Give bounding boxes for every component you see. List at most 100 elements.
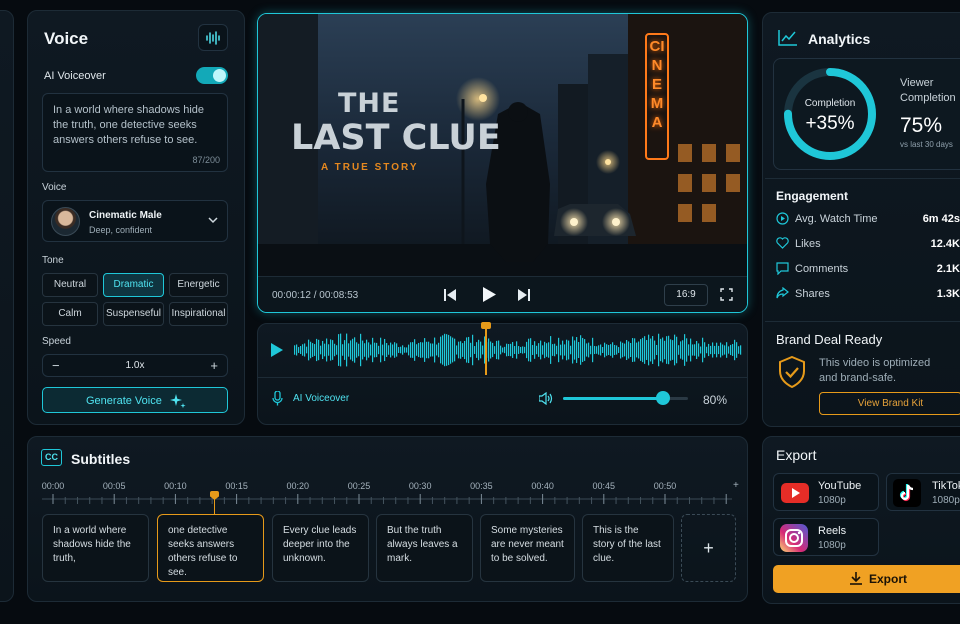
waveform-button[interactable]	[198, 24, 228, 51]
waveform-bar	[592, 337, 594, 363]
skip-forward-icon[interactable]	[518, 289, 530, 301]
tone-suspenseful[interactable]: Suspenseful	[103, 302, 164, 326]
volume-knob[interactable]	[656, 391, 670, 405]
engagement-row-likes: Likes 12.4K	[776, 237, 960, 255]
fullscreen-icon[interactable]	[720, 288, 733, 301]
playhead-marker[interactable]	[481, 322, 491, 375]
ring-value: +35%	[805, 113, 855, 134]
waveform-bar	[356, 342, 358, 358]
export-target-reels[interactable]: Reels 1080p	[773, 518, 879, 556]
waveform-bar	[666, 336, 668, 364]
skip-back-icon[interactable]	[444, 289, 456, 301]
waveform-bar	[390, 342, 392, 358]
export-target-tiktok[interactable]: TikTok 1080p	[886, 473, 960, 511]
tone-neutral[interactable]: Neutral	[42, 273, 98, 297]
char-count: 87/200	[192, 155, 220, 165]
volume-icon[interactable]	[539, 392, 553, 405]
engagement-value: 2.1K	[936, 263, 960, 275]
tone-calm[interactable]: Calm	[42, 302, 98, 326]
aspect-ratio-button[interactable]: 16:9	[664, 284, 708, 306]
engagement-row-comments: Comments 2.1K	[776, 262, 960, 280]
waveform-bar	[662, 337, 664, 363]
waveform-bar	[598, 345, 600, 355]
waveform-bar	[510, 343, 512, 357]
subtitle-card[interactable]: But the truth always leaves a mark.	[376, 514, 473, 582]
waveform-bar	[518, 346, 520, 354]
waveform-bar	[558, 337, 560, 363]
engagement-label: Likes	[795, 238, 821, 250]
waveform-bar	[360, 333, 362, 367]
waveform-bar	[654, 340, 656, 360]
timeline-add-icon[interactable]: +	[733, 480, 739, 491]
engagement-label: Avg. Watch Time	[795, 213, 878, 225]
waveform-bar	[370, 344, 372, 356]
export-target-name: YouTube	[818, 480, 862, 492]
waveform-bar	[366, 339, 368, 361]
waveform-bar	[612, 342, 614, 358]
video-player[interactable]: THE LAST CLUE A TRUE STORY CINEMA 00:00:…	[257, 13, 748, 313]
subtitle-card[interactable]: Some mysteries are never meant to be sol…	[480, 514, 575, 582]
ai-voiceover-toggle[interactable]	[196, 67, 228, 84]
waveform-bar	[528, 338, 530, 362]
add-subtitle-button[interactable]: +	[681, 514, 736, 582]
waveform-bar	[498, 340, 500, 360]
waveform-bar	[436, 344, 438, 356]
speed-stepper[interactable]: − 1.0x +	[42, 354, 228, 377]
waveform-bar	[480, 341, 482, 359]
waveform-bar	[380, 337, 382, 363]
timeline-tick-label: 00:05	[102, 481, 126, 491]
audio-waveform[interactable]	[294, 330, 742, 370]
view-brand-kit-button[interactable]: View Brand Kit	[819, 392, 960, 415]
timeline-tick-label: 00:25	[347, 481, 371, 491]
engagement-row-watch-time: Avg. Watch Time 6m 42s	[776, 212, 960, 230]
voice-select[interactable]: Cinematic Male Deep, confident	[42, 200, 228, 242]
waveform-bar	[330, 339, 332, 361]
waveform-bar	[306, 346, 308, 354]
playhead-handle[interactable]	[481, 322, 491, 329]
waveform-bar	[726, 342, 728, 358]
waveform-bar	[572, 336, 574, 364]
chevron-down-icon	[208, 217, 218, 224]
waveform-bar	[582, 337, 584, 363]
subtitle-card-active[interactable]: one detective seeks answers others refus…	[157, 514, 264, 582]
timeline-ruler[interactable]	[42, 492, 742, 506]
tone-energetic[interactable]: Energetic	[169, 273, 228, 297]
volume-slider[interactable]	[563, 391, 688, 405]
waveform-bar	[516, 341, 518, 359]
waveform-bar	[628, 341, 630, 359]
instagram-icon	[780, 524, 808, 552]
waveform-bar	[578, 342, 580, 358]
waveform-bar	[546, 343, 548, 357]
timeline-tick-label: 00:30	[408, 481, 432, 491]
video-frame[interactable]: THE LAST CLUE A TRUE STORY CINEMA	[258, 14, 747, 276]
subtitle-card[interactable]: In a world where shadows hide the truth,	[42, 514, 149, 582]
waveform-bar	[368, 342, 370, 358]
waveform-bar	[346, 333, 348, 367]
waveform-bar	[734, 339, 736, 361]
subtitle-card[interactable]: Every clue leads deeper into the unknown…	[272, 514, 369, 582]
audio-wave-icon	[205, 30, 221, 45]
waveform-bar	[686, 338, 688, 362]
waveform-bar	[408, 344, 410, 356]
waveform-bar	[296, 344, 298, 356]
subtitle-card[interactable]: This is the story of the last clue.	[582, 514, 674, 582]
script-textarea[interactable]: In a world where shadows hide the truth,…	[42, 93, 228, 172]
waveform-bar	[524, 346, 526, 354]
waveform-play-icon[interactable]	[271, 343, 283, 357]
waveform-bar	[608, 344, 610, 356]
waveform-bar	[340, 333, 342, 367]
speed-increase-button[interactable]: +	[210, 358, 218, 373]
waveform-bar	[640, 339, 642, 361]
waveform-bar	[708, 343, 710, 357]
export-button[interactable]: Export	[773, 565, 960, 593]
waveform-bar	[740, 345, 742, 355]
generate-voice-button[interactable]: Generate Voice	[42, 387, 228, 413]
timeline-playhead[interactable]	[210, 491, 219, 515]
waveform-bar	[454, 338, 456, 362]
tone-dramatic[interactable]: Dramatic	[103, 273, 164, 297]
waveform-bar	[618, 347, 620, 353]
tone-inspirational[interactable]: Inspirational	[169, 302, 228, 326]
ring-label: Completion	[804, 98, 856, 109]
export-target-youtube[interactable]: YouTube 1080p	[773, 473, 879, 511]
play-icon[interactable]	[483, 287, 496, 302]
